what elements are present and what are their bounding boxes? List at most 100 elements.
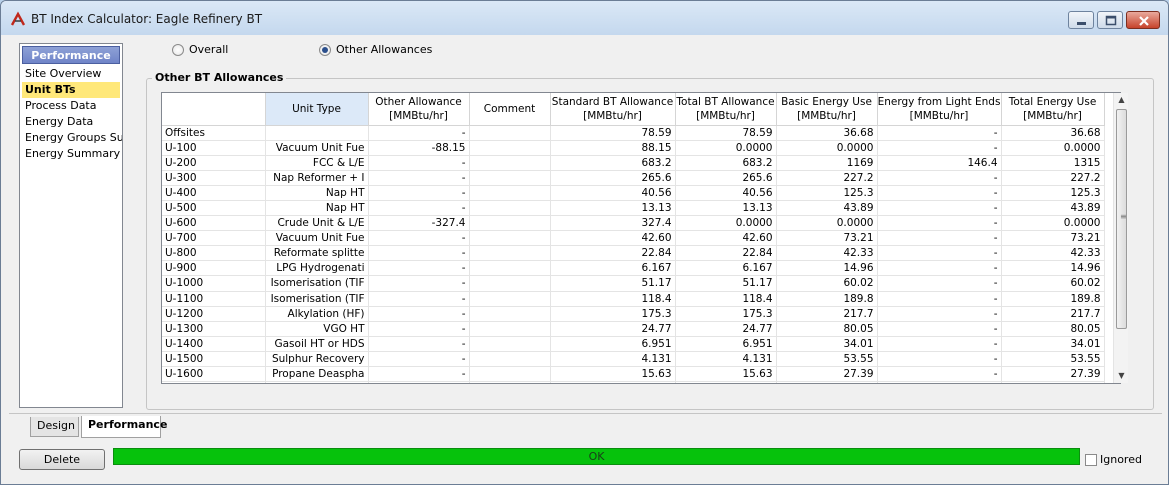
table-cell[interactable]: - (368, 185, 470, 201)
table-cell[interactable]: 21.40 (550, 381, 676, 383)
table-cell[interactable] (469, 200, 551, 217)
table-cell[interactable]: - (877, 170, 1002, 186)
scroll-up-icon[interactable]: ▲ (1114, 93, 1129, 107)
table-cell[interactable]: - (877, 351, 1002, 368)
column-header[interactable]: Basic Energy Use [MMBtu/hr] (776, 93, 878, 126)
table-cell[interactable]: Vacuum Unit Fue (265, 140, 369, 156)
table-cell[interactable]: - (368, 260, 470, 277)
column-header[interactable]: Total BT Allowance [MMBtu/hr] (675, 93, 777, 126)
table-cell[interactable] (469, 215, 551, 232)
table-cell[interactable]: - (877, 245, 1002, 262)
table-cell[interactable]: 42.60 (675, 230, 777, 247)
table-cell[interactable] (469, 291, 551, 307)
sidebar-item-energy-groups[interactable]: Energy Groups Sur (20, 130, 122, 146)
table-row[interactable]: U-100 Vacuum Unit Fue -88.15 88.15 0.0000 0.0… (162, 140, 1105, 156)
table-cell[interactable]: 125.3 (776, 185, 878, 201)
table-cell[interactable]: 78.59 (550, 125, 676, 141)
table-cell[interactable]: - (368, 125, 470, 141)
table-row[interactable]: U-1500 Sulphur Recovery -4.131 4.131 53.55-5… (162, 351, 1105, 368)
table-cell[interactable]: Bitumen Oxidatic (265, 381, 369, 383)
table-row[interactable]: Offsites -78.59 78.59 36.68-36.68 (162, 125, 1105, 141)
table-cell[interactable] (469, 381, 551, 383)
table-cell[interactable]: 217.7 (776, 306, 878, 322)
table-cell[interactable]: -88.15 (368, 140, 470, 156)
table-cell[interactable]: 1169 (776, 155, 878, 171)
table-cell[interactable]: - (877, 260, 1002, 277)
row-header-cell[interactable]: U-1200 (162, 306, 266, 322)
row-header-cell[interactable]: U-1500 (162, 351, 266, 368)
table-cell[interactable] (469, 245, 551, 262)
minimize-button[interactable] (1068, 11, 1094, 29)
sidebar-item-energy-summary[interactable]: Energy Summary (20, 146, 122, 162)
table-cell[interactable]: - (877, 336, 1002, 352)
table-cell[interactable]: 0.0000 (675, 140, 777, 156)
table-cell[interactable]: 60.02 (1001, 275, 1105, 292)
table-cell[interactable]: 40.56 (675, 185, 777, 201)
table-cell[interactable]: - (368, 366, 470, 383)
table-row[interactable]: U-900 LPG Hydrogenati -6.167 6.167 14.96-14.… (162, 260, 1105, 277)
table-cell[interactable]: - (368, 321, 470, 337)
table-cell[interactable]: Nap HT (265, 200, 369, 217)
maximize-button[interactable] (1097, 11, 1123, 29)
table-cell[interactable]: 6.951 (550, 336, 676, 352)
row-header-cell[interactable]: U-1000 (162, 275, 266, 292)
vertical-scrollbar[interactable]: ▲ ≡ ▼ (1113, 93, 1128, 383)
tab-performance[interactable]: Performance (81, 416, 167, 438)
sidebar-item-process-data[interactable]: Process Data (20, 98, 122, 114)
table-cell[interactable]: 15.63 (550, 366, 676, 383)
table-cell[interactable]: 14.96 (1001, 260, 1105, 277)
table-row[interactable]: U-200 FCC & L/E -683.2 683.2 1169 146.4 1315 (162, 155, 1105, 171)
table-cell[interactable]: Nap Reformer + I (265, 170, 369, 186)
table-cell[interactable]: 73.21 (776, 230, 878, 247)
sidebar-item-site-overview[interactable]: Site Overview (20, 66, 122, 82)
table-cell[interactable]: FCC & L/E (265, 155, 369, 171)
row-header-cell[interactable]: Offsites (162, 125, 266, 141)
table-cell[interactable]: 0.0000 (675, 215, 777, 232)
table-cell[interactable]: 4.131 (550, 351, 676, 368)
sidebar-item-energy-data[interactable]: Energy Data (20, 114, 122, 130)
table-cell[interactable]: 0.0000 (1001, 140, 1105, 156)
table-cell[interactable]: 13.13 (675, 200, 777, 217)
table-cell[interactable]: 6.167 (675, 260, 777, 277)
table-cell[interactable]: 6.951 (675, 336, 777, 352)
table-cell[interactable]: Propane Deaspha (265, 366, 369, 383)
table-cell[interactable]: 683.2 (675, 155, 777, 171)
table-cell[interactable]: - (368, 291, 470, 307)
table-cell[interactable] (469, 185, 551, 201)
table-cell[interactable]: 227.2 (776, 170, 878, 186)
title-bar[interactable]: BT Index Calculator: Eagle Refinery BT (1, 1, 1168, 35)
table-cell[interactable]: - (877, 291, 1002, 307)
other-allowances-radio[interactable]: Other Allowances (319, 43, 432, 56)
table-cell[interactable]: 80.05 (1001, 321, 1105, 337)
table-cell[interactable]: - (368, 381, 470, 383)
table-cell[interactable]: 118.4 (675, 291, 777, 307)
row-header-cell[interactable]: U-800 (162, 245, 266, 262)
table-cell[interactable]: 88.15 (550, 140, 676, 156)
table-cell[interactable]: 24.77 (550, 321, 676, 337)
table-cell[interactable]: 327.4 (550, 215, 676, 232)
row-header-cell[interactable]: U-200 (162, 155, 266, 171)
table-cell[interactable]: 175.3 (550, 306, 676, 322)
row-header-cell[interactable]: U-1600 (162, 366, 266, 383)
table-cell[interactable]: 21.40 (675, 381, 777, 383)
table-cell[interactable] (469, 125, 551, 141)
table-cell[interactable]: 51.17 (550, 275, 676, 292)
table-cell[interactable]: - (877, 366, 1002, 383)
column-header[interactable]: Standard BT Allowance [MMBtu/hr] (550, 93, 676, 126)
table-cell[interactable]: 189.8 (1001, 291, 1105, 307)
table-cell[interactable]: VGO HT (265, 321, 369, 337)
table-cell[interactable]: 73.21 (1001, 230, 1105, 247)
table-row[interactable]: U-400 Nap HT -40.56 40.56 125.3-125.3 (162, 185, 1105, 201)
table-cell[interactable]: 14.96 (776, 260, 878, 277)
table-cell[interactable]: Gasoil HT or HDS (265, 336, 369, 352)
table-cell[interactable] (469, 351, 551, 368)
table-cell[interactable]: 175.3 (675, 306, 777, 322)
table-cell[interactable]: 22.84 (675, 245, 777, 262)
table-cell[interactable]: - (877, 381, 1002, 383)
table-row[interactable]: U-1000 Isomerisation (TIF -51.17 51.17 60.02… (162, 275, 1105, 292)
table-cell[interactable] (469, 336, 551, 352)
table-cell[interactable]: 0.0000 (1001, 215, 1105, 232)
table-cell[interactable]: - (368, 155, 470, 171)
table-row[interactable]: U-300 Nap Reformer + I -265.6 265.6 227.2-22… (162, 170, 1105, 186)
table-row[interactable]: U-1700Bitumen Oxidatic-21.4021.4058.04-5… (162, 381, 1105, 383)
